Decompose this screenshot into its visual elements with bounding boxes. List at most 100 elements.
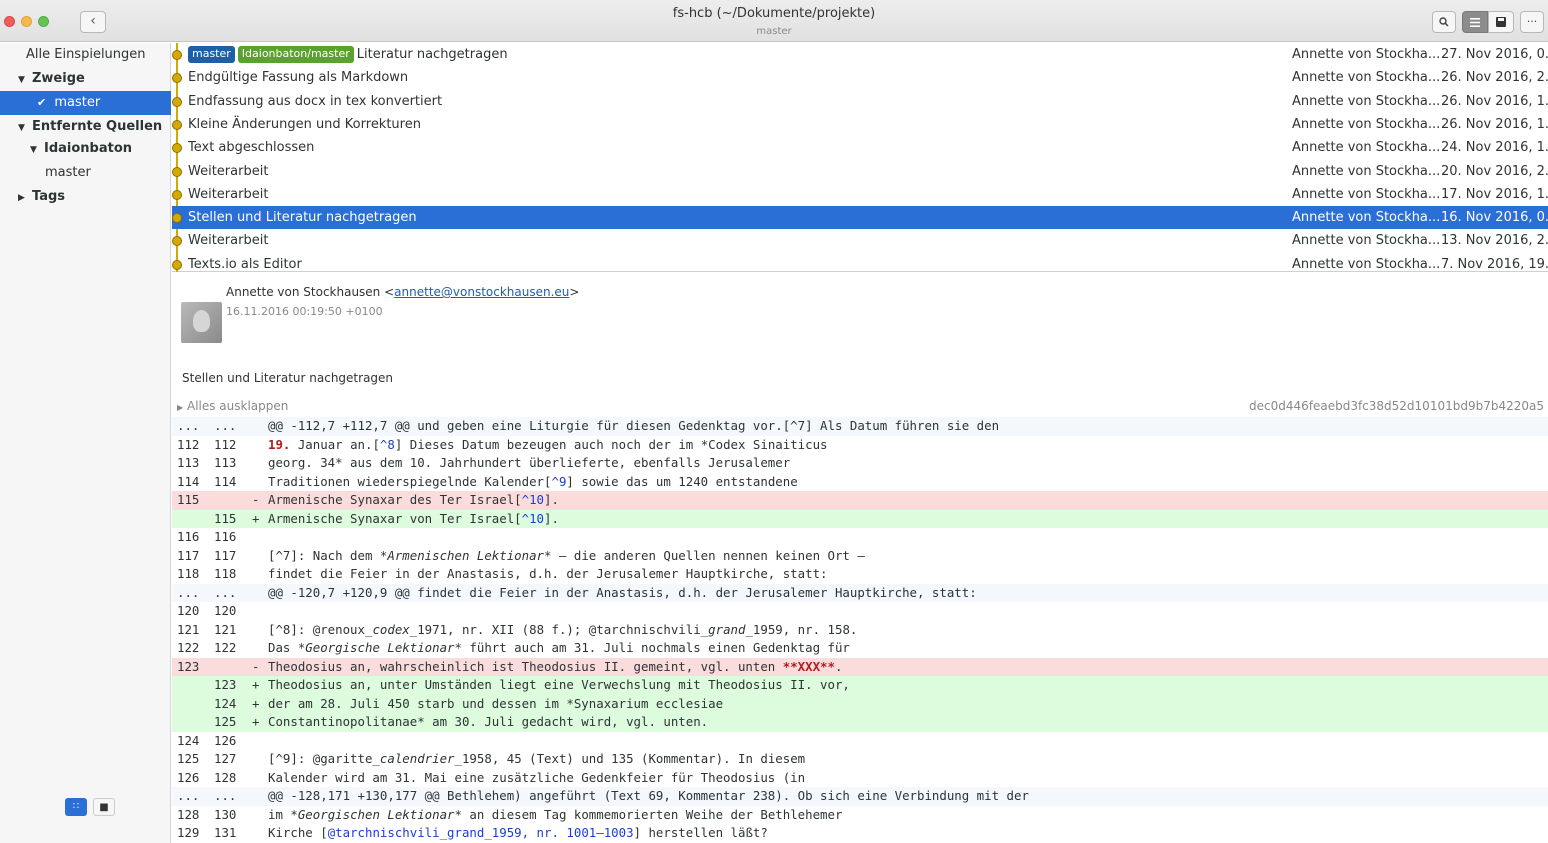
remote-branch-label: Idaionbaton/master xyxy=(237,46,354,63)
diff-sign: + xyxy=(252,677,260,692)
commit-dot xyxy=(172,50,182,60)
diff-line: 115 - Armenische Synaxar des Ter Israel[^1… xyxy=(172,491,1548,510)
expander-down-icon[interactable]: ▼ xyxy=(30,138,44,162)
commit-date: 16.11.2016 00:19:50 +0100 xyxy=(226,305,383,318)
commit-row[interactable]: Weiterarbeit Annette von Stockha... 13. No… xyxy=(172,229,1548,252)
sidebar-item-label: master xyxy=(54,95,101,110)
commit-subject-text: Weiterarbeit xyxy=(188,163,269,179)
diff-text-run: ^8 xyxy=(379,436,395,452)
author-email-link[interactable]: annette@vonstockhausen.eu xyxy=(394,285,569,299)
sidebar-item-label: Idaionbaton xyxy=(44,141,133,156)
new-line-number: 121 xyxy=(214,621,237,637)
commit-row[interactable]: Stellen und Literatur nachgetragen Annett… xyxy=(172,206,1548,230)
commit-row[interactable]: Weiterarbeit Annette von Stockha... 20. No… xyxy=(172,160,1548,183)
commit-subject: Stellen und Literatur nachgetragen xyxy=(188,206,417,229)
commit-subject: Weiterarbeit xyxy=(188,160,268,183)
diff-text: [^9]: @garitte_calendrier_1958, 45 (Text… xyxy=(268,750,805,768)
title-bar: ‹ fs-hcb (~/Dokumente/projekte) master ·… xyxy=(0,0,1548,42)
diff-line: 115 + Armenische Synaxar von Ter Israel[^1… xyxy=(172,509,1548,528)
commit-subject-text: Kleine Änderungen und Korrekturen xyxy=(188,116,421,132)
commit-author: Annette von Stockha... xyxy=(1292,233,1441,249)
old-line-number: 115 xyxy=(177,492,200,507)
diff-text: findet die Feier in der Anastasis, d.h. … xyxy=(268,566,828,581)
commit-row[interactable]: Kleine Änderungen und Korrekturen Annette… xyxy=(172,113,1548,136)
old-line-number: 113 xyxy=(177,455,200,470)
diff-text: [^8]: @renoux_codex_1971, nr. XII (88 f.… xyxy=(268,621,857,639)
expander-right-icon[interactable]: ▶ xyxy=(18,186,32,210)
new-line-number: 130 xyxy=(214,806,237,822)
diff-line: 124 + der am 28. Juli 450 starb und dessen… xyxy=(172,694,1548,713)
diff-sign: - xyxy=(252,658,260,674)
history-view-button[interactable] xyxy=(1462,11,1488,33)
diff-text-run: Das xyxy=(268,640,298,655)
new-line-number: 118 xyxy=(214,566,237,581)
commit-dot xyxy=(172,189,182,200)
commit-author: Annette von Stockha... xyxy=(1292,186,1441,202)
diff-text-run: ] sowie das um 1240 entstandene xyxy=(566,473,798,489)
commit-row[interactable]: Text abgeschlossen Annette von Stockha...… xyxy=(172,136,1548,159)
diff-text-run: – die anderen Quellen nennen keinen Ort … xyxy=(551,547,865,563)
diff-line: 126 128 Kalender wird am 31. Mai eine zusä… xyxy=(172,769,1548,788)
diff-text: Theodosius an, wahrscheinlich ist Theodo… xyxy=(268,658,842,676)
commit-row[interactable]: Endfassung aus docx in tex konvertiert An… xyxy=(172,90,1548,113)
sidebar-header-label: Zweige xyxy=(32,71,85,86)
diff-text: georg. 34* aus dem 10. Jahrhundert überl… xyxy=(268,455,791,470)
window-title: fs-hcb (~/Dokumente/projekte) xyxy=(672,6,876,21)
commit-date: 17. Nov 2016, 1... xyxy=(1441,186,1548,202)
commit-row[interactable]: master Idaionbaton/master Literatur nachge… xyxy=(172,43,1548,66)
expand-all-button[interactable]: ▶ Alles ausklappen xyxy=(177,399,288,413)
commit-subject: master Idaionbaton/master Literatur nachge… xyxy=(188,43,508,66)
sidebar-item-branch-master[interactable]: ✔ master xyxy=(0,91,171,115)
commit-row[interactable]: Weiterarbeit Annette von Stockha... 17. No… xyxy=(172,183,1548,206)
sidebar-header-branches[interactable]: ▼ Zweige xyxy=(0,67,171,91)
files-mode-button[interactable]: ■ xyxy=(93,798,115,816)
commit-subject-text: Texts.io als Editor xyxy=(188,256,302,272)
new-line-number: 112 xyxy=(214,436,237,452)
sidebar-item-all-commits[interactable]: Alle Einspielungen xyxy=(0,43,171,67)
commit-date: 20. Nov 2016, 2... xyxy=(1441,163,1548,179)
diff-text-run: _1971, nr. XII (88 f.); @tarchnischvili_ xyxy=(409,621,709,637)
commit-dot xyxy=(172,236,182,247)
diff-text-run: Traditionen wiederspiegelnde Kalender[ xyxy=(268,473,552,489)
author-name: Annette von Stockhausen xyxy=(226,285,381,299)
commit-subject-text: Text abgeschlossen xyxy=(188,140,315,156)
diff-text-run: ^9 xyxy=(551,473,567,489)
commit-row[interactable]: Endgültige Fassung als Markdown Annette v… xyxy=(172,66,1548,89)
diff-text-run: Theodosius an, wahrscheinlich ist Theodo… xyxy=(268,658,783,674)
expander-down-icon[interactable]: ▼ xyxy=(18,68,32,92)
diff-text-run: _1959, nr. 158. xyxy=(745,621,858,637)
diff-text-run: . xyxy=(834,658,843,674)
sidebar-item-remote[interactable]: ▼ Idaionbaton xyxy=(0,137,171,161)
new-line-number: 125 xyxy=(214,714,237,729)
sidebar-header-remotes[interactable]: ▼ Entfernte Quellen xyxy=(0,115,171,139)
commit-subject-text: Endgültige Fassung als Markdown xyxy=(188,70,409,86)
stage-view-button[interactable] xyxy=(1488,11,1514,33)
diff-line: 123 + Theodosius an, unter Umständen liegt… xyxy=(172,676,1548,695)
branches-mode-button[interactable]: ∷ xyxy=(65,798,87,816)
new-line-number: 115 xyxy=(214,510,237,526)
commit-subject: Endfassung aus docx in tex konvertiert xyxy=(188,90,442,113)
diff-line: 121 121 [^8]: @renoux_codex_1971, nr. XII … xyxy=(172,621,1548,640)
window-subtitle: master xyxy=(756,26,792,37)
more-icon: ··· xyxy=(1526,15,1538,28)
search-button[interactable] xyxy=(1432,11,1456,33)
commit-list: master Idaionbaton/master Literatur nachge… xyxy=(172,43,1548,272)
diff-text-run: *Armenischen Lektionar* xyxy=(379,547,552,563)
diff-text: @@ -112,7 +112,7 @@ und geben eine Litur… xyxy=(268,418,1000,433)
diff-text-run: *Georgischen Lektionar* xyxy=(290,806,462,822)
commit-author: Annette von Stockha... xyxy=(1292,140,1441,156)
sidebar-header-tags[interactable]: ▶ Tags xyxy=(0,185,171,209)
commit-dot xyxy=(172,213,182,224)
commit-date: 13. Nov 2016, 2... xyxy=(1441,233,1548,249)
diff-text: der am 28. Juli 450 starb und dessen im … xyxy=(268,695,724,711)
diff-text-run: führt auch am 31. Juli nochmals einen Ge… xyxy=(461,640,850,655)
diff-line: 120 120 xyxy=(172,602,1548,621)
diff-text: Traditionen wiederspiegelnde Kalender[^9… xyxy=(268,473,798,491)
sidebar-footer: ∷ ■ xyxy=(0,792,171,820)
commit-message: Stellen und Literatur nachgetragen xyxy=(182,371,394,385)
diff-line: 116 116 xyxy=(172,528,1548,547)
new-line-number: 131 xyxy=(214,825,237,840)
more-menu-button[interactable]: ··· xyxy=(1520,11,1544,33)
sidebar-item-remote-branch[interactable]: master xyxy=(0,161,171,185)
diff-text-run: ] Dieses Datum bezeugen auch noch der im… xyxy=(394,436,828,452)
